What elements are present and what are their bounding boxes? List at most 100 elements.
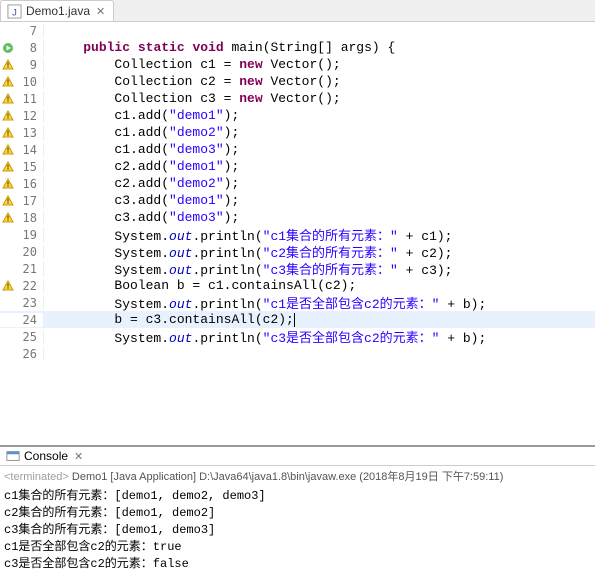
line-number: 13: [23, 126, 37, 140]
line-number: 21: [23, 262, 37, 276]
close-icon[interactable]: ✕: [94, 5, 107, 18]
gutter: 20: [0, 245, 44, 259]
console-pane: Console ✕ <terminated> Demo1 [Java Appli…: [0, 447, 595, 575]
code-text[interactable]: b = c3.containsAll(c2);: [44, 312, 595, 327]
close-icon[interactable]: ✕: [72, 450, 85, 463]
line-number: 12: [23, 109, 37, 123]
warning-icon: [2, 178, 14, 190]
line-number: 16: [23, 177, 37, 191]
console-title: Console: [24, 449, 68, 463]
code-text[interactable]: Collection c3 = new Vector();: [44, 91, 595, 106]
code-line[interactable]: 7: [0, 22, 595, 39]
gutter: 7: [0, 24, 44, 38]
code-text[interactable]: c2.add("demo2");: [44, 176, 595, 191]
warning-icon: [2, 161, 14, 173]
line-number: 22: [23, 279, 37, 293]
code-line[interactable]: 11 Collection c3 = new Vector();: [0, 90, 595, 107]
editor-tab[interactable]: J Demo1.java ✕: [0, 0, 114, 21]
gutter: 26: [0, 347, 44, 361]
line-number: 8: [30, 41, 37, 55]
code-line[interactable]: 25 System.out.println("c3是否全部包含c2的元素：" +…: [0, 328, 595, 345]
code-line[interactable]: 23 System.out.println("c1是否全部包含c2的元素：" +…: [0, 294, 595, 311]
code-line[interactable]: 24 b = c3.containsAll(c2);: [0, 311, 595, 328]
gutter: 12: [0, 109, 44, 123]
console-line: c1集合的所有元素：[demo1, demo2, demo3]: [4, 488, 591, 505]
gutter: 17: [0, 194, 44, 208]
editor-tabbar: J Demo1.java ✕: [0, 0, 595, 22]
gutter: 14: [0, 143, 44, 157]
line-number: 23: [23, 296, 37, 310]
gutter: 22: [0, 279, 44, 293]
gutter: 11: [0, 92, 44, 106]
gutter: 10: [0, 75, 44, 89]
warning-icon: [2, 59, 14, 71]
code-text[interactable]: c2.add("demo1");: [44, 159, 595, 174]
warning-icon: [2, 280, 14, 292]
code-line[interactable]: 12 c1.add("demo1");: [0, 107, 595, 124]
console-line: c3是否全部包含c2的元素：false: [4, 556, 591, 573]
line-number: 14: [23, 143, 37, 157]
gutter: 13: [0, 126, 44, 140]
code-text[interactable]: c3.add("demo3");: [44, 210, 595, 225]
code-text[interactable]: Boolean b = c1.containsAll(c2);: [44, 278, 595, 293]
code-line[interactable]: 16 c2.add("demo2");: [0, 175, 595, 192]
run-icon[interactable]: [2, 42, 14, 54]
code-line[interactable]: 9 Collection c1 = new Vector();: [0, 56, 595, 73]
code-line[interactable]: 20 System.out.println("c2集合的所有元素：" + c2)…: [0, 243, 595, 260]
line-number: 19: [23, 228, 37, 242]
line-number: 11: [23, 92, 37, 106]
line-number: 18: [23, 211, 37, 225]
gutter: 23: [0, 296, 44, 310]
gutter: 8: [0, 41, 44, 55]
code-text[interactable]: [44, 346, 595, 361]
line-number: 10: [23, 75, 37, 89]
warning-icon: [2, 127, 14, 139]
code-text[interactable]: System.out.println("c3集合的所有元素：" + c3);: [44, 259, 595, 278]
gutter: 9: [0, 58, 44, 72]
code-text[interactable]: Collection c1 = new Vector();: [44, 57, 595, 72]
line-number: 26: [23, 347, 37, 361]
code-text[interactable]: System.out.println("c3是否全部包含c2的元素：" + b)…: [44, 327, 595, 346]
gutter: 18: [0, 211, 44, 225]
line-number: 20: [23, 245, 37, 259]
line-number: 17: [23, 194, 37, 208]
code-line[interactable]: 13 c1.add("demo2");: [0, 124, 595, 141]
code-line[interactable]: 17 c3.add("demo1");: [0, 192, 595, 209]
terminated-label: <terminated>: [4, 471, 69, 483]
line-number: 7: [30, 24, 37, 38]
code-line[interactable]: 19 System.out.println("c1集合的所有元素：" + c1)…: [0, 226, 595, 243]
warning-icon: [2, 212, 14, 224]
code-text[interactable]: Collection c2 = new Vector();: [44, 74, 595, 89]
code-line[interactable]: 15 c2.add("demo1");: [0, 158, 595, 175]
code-line[interactable]: 22 Boolean b = c1.containsAll(c2);: [0, 277, 595, 294]
code-text[interactable]: System.out.println("c1是否全部包含c2的元素：" + b)…: [44, 293, 595, 312]
code-text[interactable]: c1.add("demo1");: [44, 108, 595, 123]
line-number: 15: [23, 160, 37, 174]
console-tab[interactable]: Console ✕: [0, 447, 595, 466]
warning-icon: [2, 110, 14, 122]
console-output: c1集合的所有元素：[demo1, demo2, demo3]c2集合的所有元素…: [0, 486, 595, 575]
code-text[interactable]: [44, 23, 595, 38]
warning-icon: [2, 93, 14, 105]
code-line[interactable]: 26: [0, 345, 595, 362]
code-text[interactable]: c1.add("demo2");: [44, 125, 595, 140]
line-number: 24: [23, 313, 37, 327]
code-line[interactable]: 8 public static void main(String[] args)…: [0, 39, 595, 56]
code-text[interactable]: c1.add("demo3");: [44, 142, 595, 157]
code-line[interactable]: 10 Collection c2 = new Vector();: [0, 73, 595, 90]
warning-icon: [2, 144, 14, 156]
warning-icon: [2, 76, 14, 88]
code-text[interactable]: public static void main(String[] args) {: [44, 40, 595, 55]
code-line[interactable]: 21 System.out.println("c3集合的所有元素：" + c3)…: [0, 260, 595, 277]
console-status: <terminated> Demo1 [Java Application] D:…: [0, 466, 595, 486]
console-line: c1是否全部包含c2的元素：true: [4, 539, 591, 556]
code-line[interactable]: 14 c1.add("demo3");: [0, 141, 595, 158]
code-line[interactable]: 18 c3.add("demo3");: [0, 209, 595, 226]
code-text[interactable]: c3.add("demo1");: [44, 193, 595, 208]
gutter: 21: [0, 262, 44, 276]
gutter: 25: [0, 330, 44, 344]
tab-title: Demo1.java: [26, 4, 90, 18]
code-editor[interactable]: 7 8 public static void main(String[] arg…: [0, 22, 595, 447]
gutter: 15: [0, 160, 44, 174]
line-number: 25: [23, 330, 37, 344]
